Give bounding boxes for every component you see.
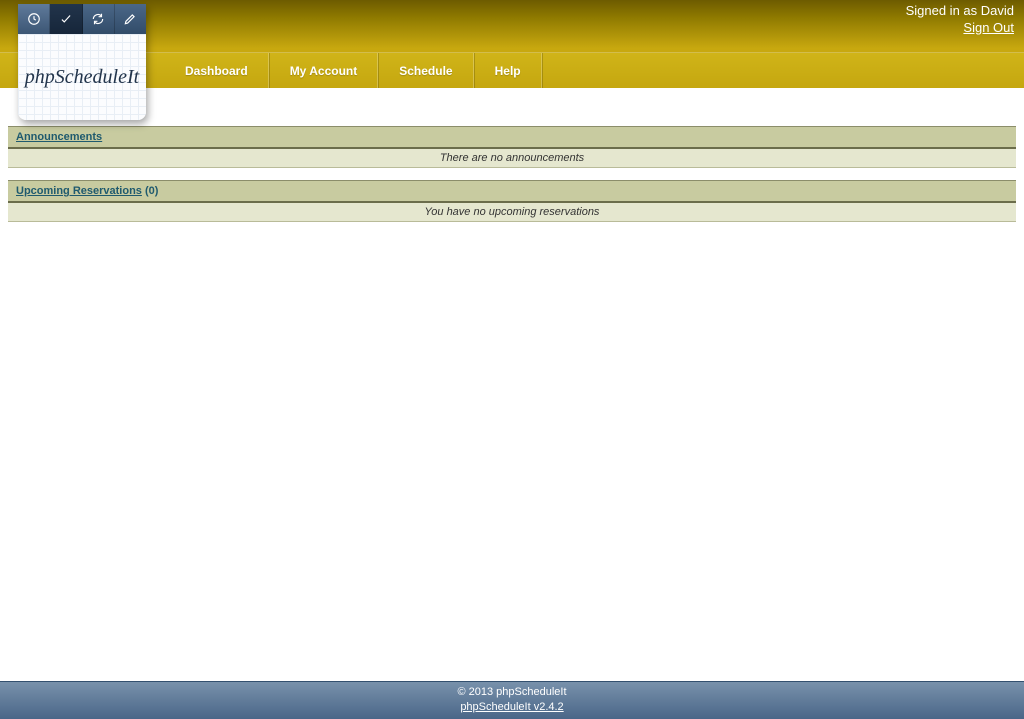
announcements-panel: Announcements There are no announcements [8,126,1016,168]
upcoming-panel: Upcoming Reservations (0) You have no up… [8,180,1016,222]
check-icon[interactable] [50,4,82,34]
logo-text: phpScheduleIt [25,66,139,89]
navbar: Dashboard My Account Schedule Help [0,52,1024,88]
logo-icon-row [18,4,146,34]
nav-schedule[interactable]: Schedule [378,53,473,88]
logo-body: phpScheduleIt [18,34,146,120]
header: Signed in as David Sign Out phpScheduleI… [0,0,1024,88]
nav-help[interactable]: Help [474,53,542,88]
footer: © 2013 phpScheduleIt phpScheduleIt v2.4.… [0,681,1024,719]
nav-dashboard[interactable]: Dashboard [165,53,269,88]
nav-my-account[interactable]: My Account [269,53,379,88]
signed-in-label: Signed in as David [906,3,1014,20]
auth-block: Signed in as David Sign Out [906,3,1014,37]
upcoming-count: (0) [145,185,158,197]
announcements-title-link[interactable]: Announcements [16,131,102,143]
clock-icon[interactable] [18,4,50,34]
logo-card[interactable]: phpScheduleIt [18,4,146,120]
announcements-empty: There are no announcements [8,149,1016,168]
main-content: Announcements There are no announcements… [0,88,1024,681]
sign-out-link[interactable]: Sign Out [963,20,1014,35]
upcoming-title-link[interactable]: Upcoming Reservations [16,185,142,197]
upcoming-header: Upcoming Reservations (0) [8,180,1016,203]
pencil-icon[interactable] [115,4,146,34]
footer-copyright: © 2013 phpScheduleIt [0,685,1024,699]
footer-version-link[interactable]: phpScheduleIt v2.4.2 [460,701,563,713]
announcements-header: Announcements [8,126,1016,149]
refresh-icon[interactable] [83,4,115,34]
upcoming-empty: You have no upcoming reservations [8,203,1016,222]
